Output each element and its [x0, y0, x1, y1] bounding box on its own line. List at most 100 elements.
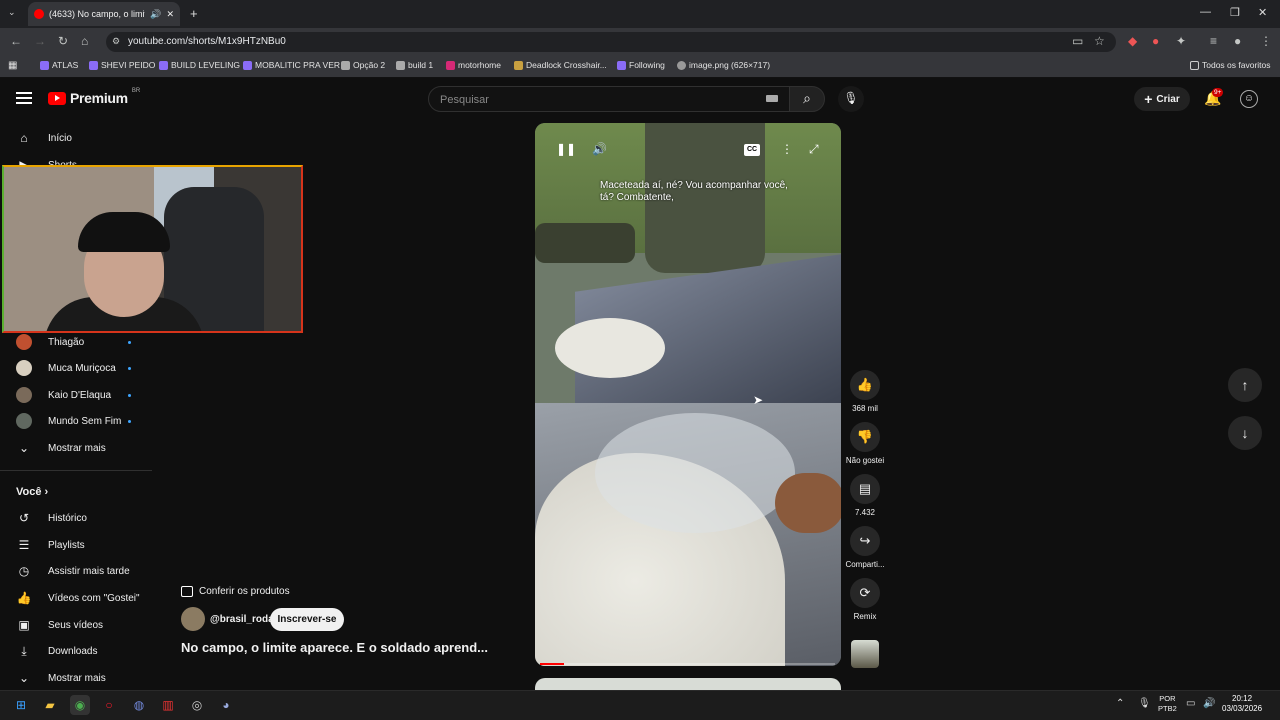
apps-grid-icon[interactable]: ▦ [8, 60, 17, 71]
app-icon[interactable]: ▥ [158, 695, 178, 715]
cast-icon[interactable]: ▭ [1072, 34, 1083, 48]
next-short-button[interactable]: ↓ [1228, 416, 1262, 450]
file-explorer-icon[interactable]: ▰ [40, 695, 60, 715]
sidebar-item-downloads[interactable]: ⤓ Downloads [0, 638, 152, 664]
channel-thumbnail[interactable] [851, 640, 879, 668]
sidebar-item-history[interactable]: ↺ Histórico [0, 505, 152, 531]
search-input[interactable]: Pesquisar [428, 86, 790, 112]
extension-icon-2[interactable]: ● [1152, 34, 1159, 48]
reload-button[interactable]: ↻ [58, 34, 68, 48]
browser-tab[interactable]: (4633) No campo, o limite a 🔊 ✕ [28, 2, 180, 26]
progress-bar[interactable] [540, 663, 835, 665]
mic-tray-icon[interactable]: 🎙 [1138, 698, 1151, 709]
share-icon[interactable]: ↪ [850, 526, 880, 556]
opera-icon[interactable]: ○ [99, 695, 119, 715]
back-button[interactable]: ← [10, 34, 22, 48]
bookmark-build-leveling[interactable]: BUILD LEVELING [159, 60, 240, 70]
more-options-icon[interactable]: ⋮ [781, 142, 793, 156]
dislike-action[interactable]: 👎 Não gostei [845, 422, 885, 465]
thumbs-up-icon[interactable]: 👍 [850, 370, 880, 400]
shorts-video-player[interactable] [535, 123, 841, 666]
bookmark-atlas[interactable]: ATLAS [40, 60, 78, 70]
chrome-icon[interactable]: ◉ [70, 695, 90, 715]
youtube-premium-logo[interactable]: Premium BR [48, 88, 140, 106]
address-bar[interactable]: youtube.com/shorts/M1x9HTzNBu0 [106, 32, 1116, 52]
bookmark-star-icon[interactable]: ☆ [1094, 34, 1105, 48]
all-bookmarks-folder[interactable]: Todos os favoritos [1190, 60, 1271, 70]
extensions-puzzle-icon[interactable]: ✦ [1176, 34, 1186, 48]
closed-captions-button[interactable]: CC [744, 144, 760, 156]
products-button[interactable]: Conferir os produtos [181, 580, 301, 602]
close-window-button[interactable]: ✕ [1258, 6, 1267, 19]
thumbs-up-icon: 👍 [16, 591, 32, 605]
bookmark-opcao2[interactable]: Opção 2 [341, 60, 385, 70]
new-tab-button[interactable]: + [190, 6, 198, 21]
video-hand [775, 473, 841, 533]
bookmark-motorhome[interactable]: motorhome [446, 60, 501, 70]
video-title[interactable]: No campo, o limite aparece. E o soldado … [181, 640, 488, 655]
bookmark-build1[interactable]: build 1 [396, 60, 433, 70]
pause-button[interactable]: ❚❚ [556, 142, 576, 156]
sidebar-show-more[interactable]: ⌄ Mostrar mais [0, 435, 152, 461]
tray-chevron-icon[interactable]: ⌃ [1116, 698, 1124, 709]
next-video-preview[interactable] [535, 678, 841, 690]
share-action[interactable]: ↪ Comparti... [845, 526, 885, 569]
sidebar-item-watch-later[interactable]: ◷ Assistir mais tarde [0, 558, 152, 584]
bookmark-following[interactable]: Following [617, 60, 665, 70]
speaker-tray-icon[interactable]: 🔊 [1203, 698, 1215, 709]
bookmark-shevi[interactable]: SHEVI PEIDO [89, 60, 155, 70]
tab-audio-icon[interactable]: 🔊 [150, 9, 161, 20]
bookmark-mobalitic[interactable]: MOBALITIC PRA VER [243, 60, 340, 70]
globe-icon [677, 60, 686, 70]
video-caption: Maceteada aí, né? Vou acompanhar você, t… [600, 180, 788, 203]
sidebar-item-liked[interactable]: 👍 Vídeos com "Gostei" [0, 585, 152, 611]
sidebar-you-heading[interactable]: Você › [16, 486, 48, 498]
obs-icon[interactable]: ◎ [187, 695, 207, 715]
tab-close-icon[interactable]: ✕ [166, 9, 174, 20]
channel-name[interactable]: @brasil_roda [210, 614, 274, 625]
remix-icon[interactable]: ⟳ [850, 578, 880, 608]
menu-hamburger-icon[interactable] [16, 92, 32, 104]
language-indicator[interactable]: POR PTB2 [1158, 694, 1177, 714]
home-button[interactable]: ⌂ [81, 34, 88, 48]
keyboard-icon[interactable] [766, 95, 778, 102]
remix-action[interactable]: ⟳ Remix [845, 578, 885, 621]
extension-icon[interactable]: ◆ [1128, 34, 1137, 48]
new-content-dot [128, 367, 131, 370]
comments-action[interactable]: ▤ 7.432 [845, 474, 885, 517]
account-avatar[interactable]: ☺ [1240, 90, 1258, 108]
previous-short-button[interactable]: ↑ [1228, 368, 1262, 402]
windows-start-icon[interactable]: ⊞ [11, 695, 31, 715]
browser-menu-icon[interactable]: ⋮ [1260, 34, 1272, 48]
tab-search-button[interactable]: ⌄ [8, 7, 16, 18]
like-action[interactable]: 👍 368 mil [845, 370, 885, 413]
bookmark-deadlock[interactable]: Deadlock Crosshair... [514, 60, 607, 70]
sidebar-show-more-you[interactable]: ⌄ Mostrar mais [0, 665, 152, 691]
bookmark-image[interactable]: image.png (626×717) [677, 60, 770, 70]
minimize-button[interactable]: — [1200, 6, 1211, 18]
volume-icon[interactable]: 🔊 [592, 142, 607, 156]
discord-icon[interactable]: ◍ [129, 695, 149, 715]
subscribe-button[interactable]: Inscrever-se [270, 608, 344, 631]
youtube-favicon-icon [34, 9, 44, 19]
monitor-tray-icon[interactable]: ▭ [1186, 698, 1195, 709]
sidebar-item-your-videos[interactable]: ▣ Seus vídeos [0, 612, 152, 638]
media-control-icon[interactable]: ≡ [1210, 34, 1217, 48]
site-info-icon[interactable]: ⚙ [112, 36, 120, 47]
create-button[interactable]: + Criar [1134, 87, 1190, 111]
profile-icon[interactable]: ● [1234, 34, 1241, 48]
comment-icon[interactable]: ▤ [850, 474, 880, 504]
channel-avatar[interactable] [181, 607, 205, 631]
fullscreen-icon[interactable]: ⤢ [809, 142, 819, 157]
sidebar-item-playlists[interactable]: ☰ Playlists [0, 532, 152, 558]
steam-icon[interactable]: ◕ [216, 695, 236, 715]
history-icon: ↺ [18, 511, 30, 525]
thumbs-down-icon[interactable]: 👎 [850, 422, 880, 452]
voice-search-button[interactable]: 🎙 [838, 86, 864, 112]
download-icon: ⤓ [21, 643, 27, 658]
sidebar-item-home[interactable]: ⌂ Início [0, 125, 152, 151]
restore-button[interactable]: ❐ [1230, 6, 1240, 19]
forward-button[interactable]: → [34, 34, 46, 48]
search-button[interactable]: ⌕ [789, 86, 825, 112]
system-clock[interactable]: 20:12 03/03/2026 [1222, 694, 1262, 714]
